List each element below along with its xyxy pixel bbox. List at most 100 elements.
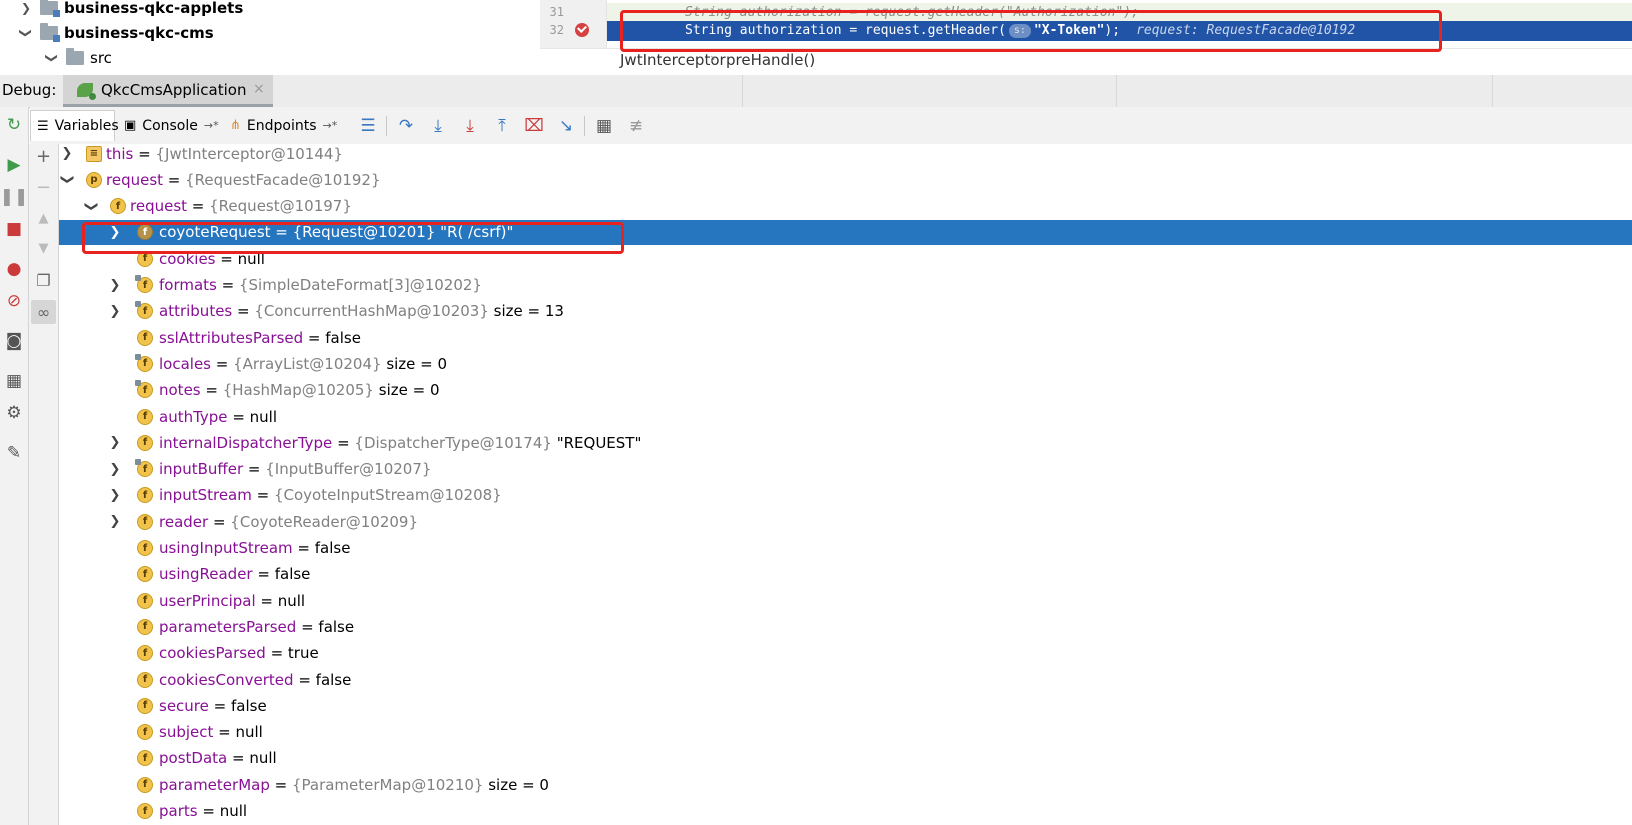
field-icon: f xyxy=(137,592,153,609)
chevron-down-icon[interactable]: ❯ xyxy=(45,52,59,64)
code-line-32-current[interactable]: String authorization = request.getHeader… xyxy=(607,21,1632,41)
variable-row[interactable]: ❯ f inputBuffer = {InputBuffer@10207} xyxy=(59,457,1632,482)
toolbar-separator xyxy=(386,116,387,136)
variable-row[interactable]: f cookiesParsed = true xyxy=(59,641,1632,666)
variable-row[interactable]: f parts = null xyxy=(59,799,1632,824)
variable-row[interactable]: ❯ f coyoteRequest = {Request@10201} "R( /c… xyxy=(59,219,1632,245)
copy-icon[interactable]: ❐ xyxy=(31,268,56,292)
resume-icon[interactable]: ▶ xyxy=(2,153,26,177)
variable-row[interactable]: f parameterMap = {ParameterMap@10210} siz… xyxy=(59,772,1632,797)
settings-icon[interactable]: ⚙ xyxy=(2,401,26,425)
variable-row[interactable]: f notes = {HashMap@10205} size = 0 xyxy=(59,378,1632,403)
trace-icon[interactable]: ≢ xyxy=(624,114,648,138)
pause-icon[interactable]: ❚❚ xyxy=(0,185,28,209)
variable-row[interactable]: f cookies = null xyxy=(59,246,1632,271)
chevron-right-icon[interactable]: ❯ xyxy=(108,435,122,450)
variables-tree[interactable]: ❯ ≡ this = {JwtInterceptor@10144} ❯ p request… xyxy=(59,144,1632,825)
chevron-down-icon[interactable]: ❯ xyxy=(60,173,75,187)
force-step-into-icon[interactable]: ⤓ xyxy=(458,114,482,138)
field-icon: f xyxy=(137,434,153,451)
variable-row[interactable]: ❯ p request = {RequestFacade@10192} xyxy=(59,167,1632,192)
variable-text: internalDispatcherType = {DispatcherType… xyxy=(159,434,641,452)
variable-text: parameterMap = {ParameterMap@10210} size… xyxy=(159,776,549,794)
variable-row[interactable]: ❯ f attributes = {ConcurrentHashMap@10203}… xyxy=(59,299,1632,324)
drop-frame-icon[interactable]: ⌧ xyxy=(522,114,546,138)
variable-row[interactable]: f usingReader = false xyxy=(59,562,1632,587)
variable-row[interactable]: f usingInputStream = false xyxy=(59,536,1632,561)
layout-icon[interactable]: ▦ xyxy=(2,369,26,393)
chevron-right-icon[interactable]: ❯ xyxy=(108,304,122,319)
run-to-cursor-icon[interactable]: ↘ xyxy=(554,114,578,138)
variable-name: userPrincipal xyxy=(159,591,256,610)
move-up-icon[interactable]: ▲ xyxy=(31,206,56,230)
debug-side-toolbar: ↻ ▶ ❚❚ ■ ● ⊘ ◙ ▦ ⚙ ✎ xyxy=(0,107,29,825)
variable-row[interactable]: ❯ f formats = {SimpleDateFormat[3]@10202} xyxy=(59,273,1632,298)
project-item-applets[interactable]: ❯ business-qkc-applets xyxy=(20,0,243,20)
variable-name: parts xyxy=(159,802,198,820)
variable-text: inputBuffer = {InputBuffer@10207} xyxy=(159,460,431,478)
variables-side-toolbar: + − ▲ ▼ ❐ ∞ xyxy=(29,144,59,825)
variable-type: {InputBuffer@10207} xyxy=(265,460,432,479)
code-editor[interactable]: 31 32 String authorization = request.get… xyxy=(540,0,1632,76)
variable-text: authType = null xyxy=(159,408,277,426)
chevron-right-icon[interactable]: ❯ xyxy=(108,514,122,529)
chevron-right-icon[interactable]: ❯ xyxy=(20,1,32,15)
pin-icon[interactable]: ✎ xyxy=(2,441,26,465)
stop-icon[interactable]: ■ xyxy=(2,217,26,241)
variable-type: {DispatcherType@10174} xyxy=(354,433,552,452)
variable-row[interactable]: f parametersParsed = false xyxy=(59,614,1632,639)
chevron-right-icon[interactable]: ❯ xyxy=(108,278,122,293)
project-item-src[interactable]: ❯ src xyxy=(45,46,112,70)
variable-row[interactable]: f authType = null xyxy=(59,404,1632,429)
variable-value: false xyxy=(315,670,352,689)
field-icon: f xyxy=(135,275,153,293)
field-icon: f xyxy=(110,198,126,215)
breadcrumb-method[interactable]: preHandle() xyxy=(726,51,815,69)
variable-row[interactable]: f subject = null xyxy=(59,720,1632,745)
show-execution-point-icon[interactable]: ☰ xyxy=(356,114,380,138)
chevron-right-icon[interactable]: ❯ xyxy=(108,488,122,503)
editor-gutter[interactable]: 31 32 xyxy=(540,0,607,48)
step-out-icon[interactable]: ⤒ xyxy=(490,114,514,138)
variable-row[interactable]: ❯ f reader = {CoyoteReader@10209} xyxy=(59,509,1632,534)
tab-label: Variables xyxy=(54,118,119,134)
remove-watch-icon[interactable]: − xyxy=(31,175,56,199)
tab-endpoints[interactable]: ⋔ Endpoints →* xyxy=(224,110,342,141)
variable-text: coyoteRequest = {Request@10201} "R( /csr… xyxy=(159,223,513,241)
rerun-icon[interactable]: ↻ xyxy=(2,113,26,137)
tab-console[interactable]: ▣ Console →* xyxy=(118,110,222,141)
tab-variables[interactable]: ☰ Variables xyxy=(30,110,119,141)
variable-row[interactable]: ❯ f inputStream = {CoyoteInputStream@10208… xyxy=(59,483,1632,508)
chevron-down-icon[interactable]: ❯ xyxy=(84,199,99,213)
watches-glasses-icon[interactable]: ∞ xyxy=(31,300,56,324)
camera-icon[interactable]: ◙ xyxy=(2,329,26,353)
chevron-right-icon[interactable]: ❯ xyxy=(108,462,122,477)
breakpoint-icon[interactable] xyxy=(575,23,589,37)
step-into-icon[interactable]: ⤓ xyxy=(426,114,450,138)
variable-row[interactable]: ❯ f internalDispatcherType = {DispatcherTy… xyxy=(59,430,1632,455)
add-watch-icon[interactable]: + xyxy=(31,144,56,168)
debug-session-tab[interactable]: QkcCmsApplication × xyxy=(63,75,273,107)
variable-row[interactable]: f locales = {ArrayList@10204} size = 0 xyxy=(59,351,1632,376)
variable-name: formats xyxy=(159,276,217,294)
variable-row[interactable]: f secure = false xyxy=(59,693,1632,718)
move-down-icon[interactable]: ▼ xyxy=(31,236,56,260)
chevron-down-icon[interactable]: ❯ xyxy=(19,27,33,39)
chevron-right-icon[interactable]: ❯ xyxy=(108,225,122,240)
project-item-cms[interactable]: ❯ business-qkc-cms xyxy=(19,21,214,45)
code-line-31[interactable]: String authorization = request.getHeader… xyxy=(607,3,1632,23)
variable-row[interactable]: f cookiesConverted = false xyxy=(59,667,1632,692)
variable-row[interactable]: f userPrincipal = null xyxy=(59,588,1632,613)
variable-row[interactable]: f postData = null xyxy=(59,746,1632,771)
variable-row[interactable]: ❯ f request = {Request@10197} xyxy=(59,194,1632,219)
variable-row[interactable]: f sslAttributesParsed = false xyxy=(59,325,1632,350)
close-icon[interactable]: × xyxy=(253,81,265,97)
variable-row[interactable]: ❯ ≡ this = {JwtInterceptor@10144} xyxy=(59,141,1632,166)
step-over-icon[interactable]: ↷ xyxy=(394,114,418,138)
chevron-right-icon[interactable]: ❯ xyxy=(60,146,74,161)
variable-name: locales xyxy=(159,354,211,373)
variable-value: null xyxy=(219,802,248,820)
mute-breakpoints-icon[interactable]: ⊘ xyxy=(2,289,26,313)
evaluate-icon[interactable]: ▦ xyxy=(592,114,616,138)
view-breakpoints-icon[interactable]: ● xyxy=(2,257,26,281)
